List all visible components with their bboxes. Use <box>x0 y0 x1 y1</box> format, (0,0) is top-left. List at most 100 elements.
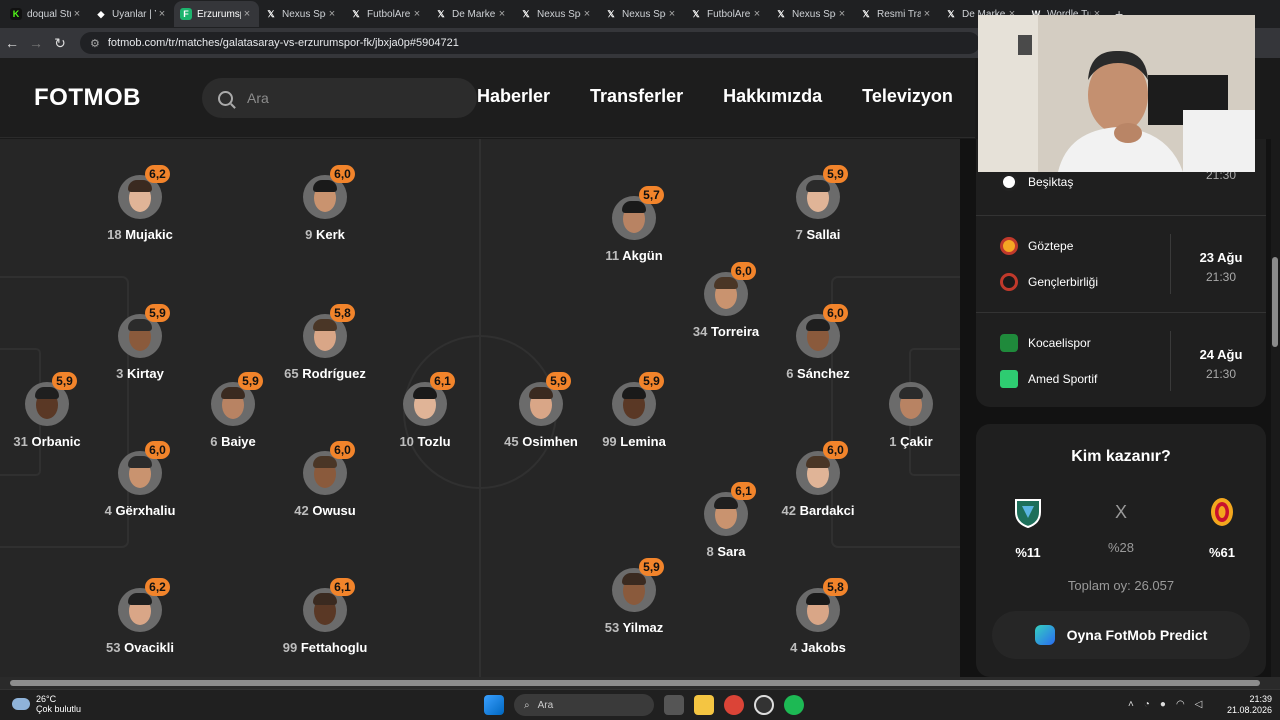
player-name-line: 9 Kerk <box>260 227 390 242</box>
close-icon[interactable]: × <box>666 8 678 20</box>
menu-televizyon[interactable]: Televizyon <box>862 86 953 107</box>
webcam-overlay <box>978 15 1255 172</box>
player-card[interactable]: 5,9 31 Orbanic <box>0 372 112 449</box>
x-icon: 𝕏 <box>777 9 785 19</box>
browser-tab[interactable]: F Erzurumsp × <box>174 1 259 27</box>
chevron-up-icon[interactable]: ˄ <box>1128 699 1134 710</box>
menu-transferler[interactable]: Transferler <box>590 86 683 107</box>
player-card[interactable]: 6,1 99 Fettahoglu <box>260 578 390 655</box>
player-card[interactable]: 5,9 6 Baiye <box>168 372 298 449</box>
player-card[interactable]: 1 Çakir <box>846 382 960 449</box>
browser-tab[interactable]: 𝕏 FutbolAren× <box>344 1 429 27</box>
player-avatar: 6,2 <box>118 578 170 632</box>
player-card[interactable]: 5,9 7 Sallai <box>753 165 883 242</box>
player-name: Sallai <box>806 227 841 242</box>
cloud-icon <box>12 698 30 710</box>
poll-option-away[interactable]: %61 <box>1187 494 1257 560</box>
site-info-icon[interactable]: ⚙ <box>90 37 100 50</box>
player-name-line: 11 Akgün <box>569 248 699 263</box>
forward-icon[interactable]: → <box>24 35 48 51</box>
player-rating-badge: 6,0 <box>145 441 170 459</box>
file-explorer-icon[interactable] <box>694 695 714 715</box>
player-card[interactable]: 6,2 53 Ovacikli <box>75 578 205 655</box>
fotmob-predict-button[interactable]: Oyna FotMob Predict <box>992 611 1250 659</box>
fotmob-logo[interactable]: FOTMOB <box>34 84 141 112</box>
player-card[interactable]: 5,8 65 Rodríguez <box>260 304 390 381</box>
player-card[interactable]: 5,8 4 Jakobs <box>753 578 883 655</box>
horizontal-scrollbar[interactable] <box>0 677 1280 689</box>
erzurumspor-crest-icon <box>1015 499 1041 529</box>
x-icon: 𝕏 <box>692 9 700 19</box>
player-card[interactable]: 6,1 8 Sara <box>661 482 791 559</box>
browser-tab[interactable]: 𝕏 De Marke × <box>429 1 514 27</box>
close-icon[interactable]: × <box>921 8 933 20</box>
player-card[interactable]: 6,0 4 Gërxhaliu <box>75 441 205 518</box>
back-icon[interactable]: ← <box>0 35 24 51</box>
browser-tab[interactable]: 𝕏 Nexus Spo× <box>259 1 344 27</box>
browser-tab[interactable]: 𝕏 Resmi Tra × <box>854 1 939 27</box>
url-text: fotmob.com/tr/matches/galatasaray-vs-erz… <box>107 37 459 49</box>
player-card[interactable]: 5,9 53 Yilmaz <box>569 558 699 635</box>
network-icon[interactable]: ◔ <box>1144 699 1150 710</box>
fixture-row[interactable]: Kocaelispor Amed Sportif 24 Ağu 21:30 <box>976 312 1266 408</box>
player-name: Rodríguez <box>302 366 366 381</box>
menu-haberler[interactable]: Haberler <box>477 86 550 107</box>
player-name: Sara <box>717 544 746 559</box>
taskbar-clock[interactable]: 21:39 21.08.2026 <box>1222 694 1272 716</box>
browser-tab[interactable]: 𝕏 Nexus Spo× <box>514 1 599 27</box>
player-avatar: 5,9 <box>612 558 664 612</box>
url-field[interactable]: ⚙ fotmob.com/tr/matches/galatasaray-vs-e… <box>80 32 980 54</box>
task-view-icon[interactable] <box>664 695 684 715</box>
close-icon[interactable]: × <box>326 8 338 20</box>
obs-icon[interactable] <box>754 695 774 715</box>
player-name-line: 65 Rodríguez <box>260 366 390 381</box>
player-rating-badge: 5,7 <box>639 186 664 204</box>
mic-icon[interactable]: ● <box>1160 699 1166 710</box>
menu-hakkimizda[interactable]: Hakkımızda <box>723 86 822 107</box>
browser-tab[interactable]: 𝕏 Nexus Spo× <box>599 1 684 27</box>
player-card[interactable]: 5,9 3 Kirtay <box>75 304 205 381</box>
browser-tab[interactable]: Kdoqual Stu × <box>4 1 89 27</box>
wifi-icon[interactable]: ◠ <box>1176 699 1185 710</box>
player-avatar: 6,2 <box>118 165 170 219</box>
close-icon[interactable]: × <box>496 8 508 20</box>
close-icon[interactable]: × <box>836 8 848 20</box>
browser-tab[interactable]: ◆ Uyanlar | Y× <box>89 1 174 27</box>
close-icon[interactable]: × <box>71 8 83 20</box>
close-icon[interactable]: × <box>751 8 763 20</box>
browser-tab[interactable]: 𝕏 FutbolAren× <box>684 1 769 27</box>
search-box[interactable]: Ara <box>202 78 477 118</box>
close-icon[interactable]: × <box>241 8 253 20</box>
windows-start-icon[interactable] <box>484 695 504 715</box>
poll-option-home[interactable]: %11 <box>993 494 1063 560</box>
weather-widget[interactable]: 26°C Çok bulutlu <box>12 694 81 714</box>
search-input[interactable]: Ara <box>247 90 269 106</box>
browser-tab[interactable]: 𝕏 Nexus Spo× <box>769 1 854 27</box>
galatasaray-crest-icon <box>1211 498 1233 526</box>
player-number: 9 <box>305 227 313 242</box>
spotify-icon[interactable] <box>784 695 804 715</box>
player-rating-badge: 6,2 <box>145 578 170 596</box>
player-card[interactable]: 6,0 9 Kerk <box>260 165 390 242</box>
player-card[interactable]: 6,0 6 Sánchez <box>753 304 883 381</box>
close-icon[interactable]: × <box>411 8 423 20</box>
chrome-icon[interactable] <box>724 695 744 715</box>
poll-option-draw[interactable]: X %28 <box>1086 494 1156 555</box>
player-card[interactable]: 6,0 42 Owusu <box>260 441 390 518</box>
player-name-line: 4 Jakobs <box>753 640 883 655</box>
volume-icon[interactable]: ◁ <box>1195 699 1203 710</box>
player-name: Fettahoglu <box>300 640 368 655</box>
player-card[interactable]: 6,1 10 Tozlu <box>360 372 490 449</box>
vertical-scrollbar[interactable] <box>1271 139 1280 677</box>
close-icon[interactable]: × <box>581 8 593 20</box>
player-card[interactable]: 5,9 99 Lemina <box>569 372 699 449</box>
reload-icon[interactable]: ↻ <box>48 35 72 52</box>
fixture-away-team: Amed Sportif <box>1000 370 1097 388</box>
close-icon[interactable]: × <box>156 8 168 20</box>
player-card[interactable]: 5,7 11 Akgün <box>569 186 699 263</box>
fixture-row[interactable]: Göztepe Gençlerbirliği 23 Ağu 21:30 <box>976 215 1266 311</box>
player-number: 18 <box>107 227 122 242</box>
player-card[interactable]: 6,2 18 Mujakic <box>75 165 205 242</box>
taskbar-search[interactable]: ⌕ Ara <box>514 694 654 716</box>
player-number: 6 <box>786 366 794 381</box>
